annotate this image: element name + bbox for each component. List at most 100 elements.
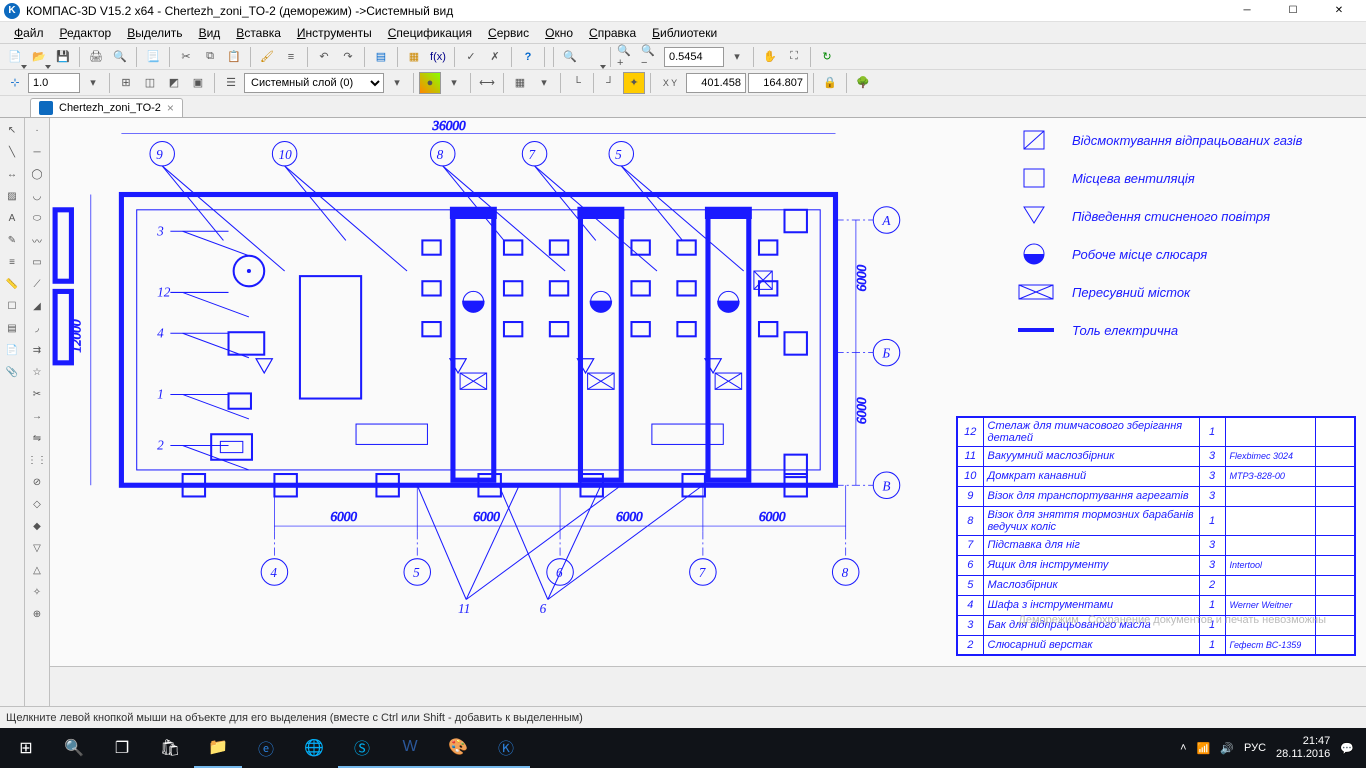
snap-dim-button[interactable]: ⟷ (476, 72, 498, 94)
spec-tool[interactable]: ▤ (2, 318, 22, 338)
segment-tool[interactable]: ─ (27, 142, 47, 162)
stop-button[interactable]: ✗ (484, 46, 506, 68)
spline-tool[interactable]: 〰 (27, 230, 47, 250)
tray-notifications-icon[interactable]: 💬 (1340, 742, 1354, 755)
dim-tool[interactable]: ↔ (2, 164, 22, 184)
ellipse-tool[interactable]: ⬭ (27, 208, 47, 228)
menu-сервис[interactable]: Сервис (480, 24, 537, 42)
kompas-button[interactable]: Ⓚ (482, 728, 530, 768)
paint-button[interactable]: 🎨 (434, 728, 482, 768)
fillet-tool[interactable]: ◞ (27, 318, 47, 338)
param-button[interactable]: ✦ (623, 72, 645, 94)
menu-файл[interactable]: Файл (6, 24, 52, 42)
grid-dd[interactable]: ▾ (533, 72, 555, 94)
open-button[interactable] (28, 46, 50, 68)
menu-редактор[interactable]: Редактор (52, 24, 120, 42)
linewidth-input[interactable] (28, 73, 80, 93)
ortho-toggle-button[interactable]: └ (566, 72, 588, 94)
coord-x-input[interactable] (686, 73, 746, 93)
menu-вставка[interactable]: Вставка (228, 24, 289, 42)
array-tool[interactable]: ⋮⋮ (27, 450, 47, 470)
tray-lang[interactable]: РУС (1244, 742, 1266, 754)
zoom-frame-button[interactable]: 🔍 (559, 46, 581, 68)
doc-tab-active[interactable]: Chertezh_zoni_TO-2 × (30, 98, 183, 117)
extra4-tool[interactable]: △ (27, 560, 47, 580)
arc-tool[interactable]: ◡ (27, 186, 47, 206)
chamfer-tool[interactable]: ◢ (27, 296, 47, 316)
tray-network-icon[interactable]: 📶 (1197, 742, 1211, 755)
zoom-decrease-button[interactable]: 🔍− (640, 46, 662, 68)
undo-button[interactable] (313, 46, 335, 68)
ortho-button[interactable]: ⊹ (4, 72, 26, 94)
zoom-dropdown-button[interactable] (583, 46, 605, 68)
layer-dd[interactable]: ▾ (386, 72, 408, 94)
print-button[interactable] (85, 46, 107, 68)
select-tool[interactable]: ☐ (2, 296, 22, 316)
offset-tool[interactable]: ⇉ (27, 340, 47, 360)
close-button[interactable]: ✕ (1316, 0, 1362, 22)
skype-button[interactable]: Ⓢ (338, 728, 386, 768)
paste-button[interactable] (223, 46, 245, 68)
report-tool[interactable]: 📄 (2, 340, 22, 360)
maximize-button[interactable]: ☐ (1270, 0, 1316, 22)
tray-volume-icon[interactable]: 🔊 (1220, 742, 1234, 755)
print-special-button[interactable]: 📃 (142, 46, 164, 68)
snap3-button[interactable]: ◩ (163, 72, 185, 94)
menu-выделить[interactable]: Выделить (119, 24, 190, 42)
pan-button[interactable]: ✋ (759, 46, 781, 68)
edge-button[interactable]: ⓔ (242, 728, 290, 768)
snap2-button[interactable]: ◫ (139, 72, 161, 94)
menu-окно[interactable]: Окно (537, 24, 581, 42)
menu-спецификация[interactable]: Спецификация (380, 24, 480, 42)
round-button[interactable]: ┘ (599, 72, 621, 94)
extra1-tool[interactable]: ◇ (27, 494, 47, 514)
taskview-button[interactable]: ❐ (98, 728, 146, 768)
snap4-button[interactable]: ▣ (187, 72, 209, 94)
tray-up-icon[interactable]: ˄ (1180, 742, 1186, 754)
zoom-increase-button[interactable]: 🔍+ (616, 46, 638, 68)
chrome-button[interactable]: 🌐 (290, 728, 338, 768)
coord-y-input[interactable] (748, 73, 808, 93)
color-button[interactable]: ● (419, 72, 441, 94)
manager-button[interactable]: ▤ (370, 46, 392, 68)
text-tool[interactable]: A (2, 208, 22, 228)
refresh-button[interactable]: ✓ (460, 46, 482, 68)
layer-combo[interactable]: Системный слой (0) (244, 73, 384, 93)
measure-tool[interactable]: 📏 (2, 274, 22, 294)
help-cursor-button[interactable]: ? (517, 46, 539, 68)
explorer-button[interactable]: 📁 (194, 728, 242, 768)
point-tool[interactable]: · (27, 120, 47, 140)
start-button[interactable]: ⊞ (2, 728, 50, 768)
insert-tool[interactable]: 📎 (2, 362, 22, 382)
properties-button[interactable]: ≡ (280, 46, 302, 68)
line-tool[interactable]: ╲ (2, 142, 22, 162)
drawing-canvas[interactable]: .thin{stroke:#1a1aff;stroke-width:1;fill… (50, 118, 1366, 666)
tray-clock[interactable]: 21:47 28.11.2016 (1276, 735, 1330, 761)
menu-библиотеки[interactable]: Библиотеки (644, 24, 725, 42)
extra5-tool[interactable]: ✧ (27, 582, 47, 602)
zoom-value-input[interactable] (664, 47, 724, 67)
rect-tool[interactable]: ▭ (27, 252, 47, 272)
tree-button[interactable]: 🌳 (852, 72, 874, 94)
library-button[interactable]: ▦ (403, 46, 425, 68)
preview-button[interactable] (109, 46, 131, 68)
lock-coord-button[interactable]: 🔒 (819, 72, 841, 94)
extend-tool[interactable]: → (27, 406, 47, 426)
zoom-fit-button[interactable]: ⛶ (783, 46, 805, 68)
menu-инструменты[interactable]: Инструменты (289, 24, 380, 42)
search-button[interactable]: 🔍 (50, 728, 98, 768)
minimize-button[interactable]: ─ (1224, 0, 1270, 22)
word-button[interactable]: W (386, 728, 434, 768)
store-button[interactable]: 🛍 (146, 728, 194, 768)
cursor-tool[interactable]: ↖ (2, 120, 22, 140)
color-dd[interactable]: ▾ (443, 72, 465, 94)
trim-tool[interactable]: ✂ (27, 384, 47, 404)
redraw-button[interactable]: ↻ (816, 46, 838, 68)
zoom-step-button[interactable]: ▾ (726, 46, 748, 68)
extra6-tool[interactable]: ⊕ (27, 604, 47, 624)
extra2-tool[interactable]: ◆ (27, 516, 47, 536)
break-tool[interactable]: ⊘ (27, 472, 47, 492)
copy-button[interactable] (199, 46, 221, 68)
linewidth-dd[interactable]: ▾ (82, 72, 104, 94)
mirror-tool[interactable]: ⇋ (27, 428, 47, 448)
